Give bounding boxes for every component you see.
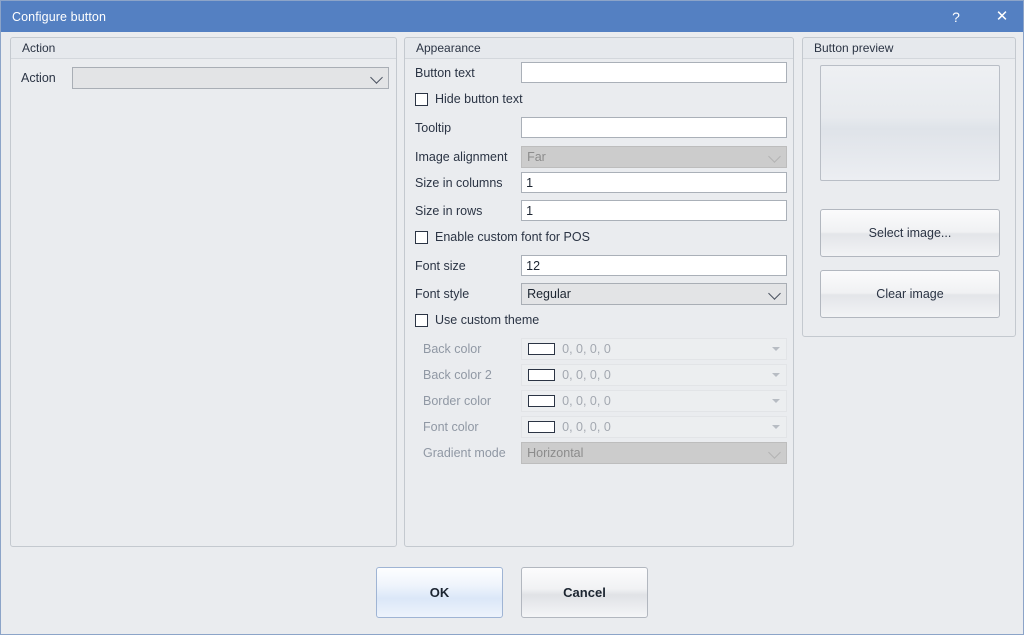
hide-button-text-label: Hide button text: [435, 92, 523, 106]
back-color-row: Back color 0, 0, 0, 0: [423, 338, 787, 360]
font-style-combobox[interactable]: Regular: [521, 283, 787, 305]
gradient-mode-label: Gradient mode: [423, 446, 521, 460]
button-preview-group-title: Button preview: [814, 41, 893, 55]
action-row: Action: [21, 67, 389, 89]
window-title: Configure button: [12, 10, 106, 24]
size-in-columns-input[interactable]: 1: [521, 172, 787, 193]
clear-image-button[interactable]: Clear image: [820, 270, 1000, 318]
size-in-rows-input[interactable]: 1: [521, 200, 787, 221]
color-swatch-icon: [528, 343, 555, 355]
hide-button-text-row[interactable]: Hide button text: [415, 92, 523, 106]
chevron-down-icon: [370, 71, 383, 84]
image-alignment-combobox[interactable]: Far: [521, 146, 787, 168]
help-button[interactable]: ?: [933, 1, 979, 32]
size-in-rows-row: Size in rows 1: [415, 200, 787, 221]
color-swatch-icon: [528, 369, 555, 381]
chevron-down-icon: [768, 287, 781, 300]
chevron-down-icon: [772, 425, 780, 429]
font-style-row: Font style Regular: [415, 283, 787, 305]
chevron-down-icon: [772, 373, 780, 377]
color-swatch-icon: [528, 395, 555, 407]
appearance-group: Appearance Button text Hide button text …: [404, 37, 794, 547]
use-custom-theme-label: Use custom theme: [435, 313, 539, 327]
border-color-row: Border color 0, 0, 0, 0: [423, 390, 787, 412]
button-text-label: Button text: [415, 66, 521, 80]
border-color-picker[interactable]: 0, 0, 0, 0: [521, 390, 787, 412]
font-color-label: Font color: [423, 420, 521, 434]
border-color-label: Border color: [423, 394, 521, 408]
title-bar: Configure button ? ✕: [1, 1, 1024, 32]
select-image-button[interactable]: Select image...: [820, 209, 1000, 257]
chevron-down-icon: [772, 399, 780, 403]
font-color-row: Font color 0, 0, 0, 0: [423, 416, 787, 438]
font-size-input[interactable]: 12: [521, 255, 787, 276]
action-combobox[interactable]: [72, 67, 389, 89]
configure-button-dialog: Configure button ? ✕ Action Action Appea…: [0, 0, 1024, 635]
size-in-columns-label: Size in columns: [415, 176, 521, 190]
size-in-columns-row: Size in columns 1: [415, 172, 787, 193]
back-color-2-row: Back color 2 0, 0, 0, 0: [423, 364, 787, 386]
back-color-2-label: Back color 2: [423, 368, 521, 382]
image-alignment-label: Image alignment: [415, 150, 521, 164]
use-custom-theme-checkbox[interactable]: [415, 314, 428, 327]
ok-button[interactable]: OK: [376, 567, 503, 618]
button-text-row: Button text: [415, 62, 787, 83]
chevron-down-icon: [768, 150, 781, 163]
back-color-2-value: 0, 0, 0, 0: [562, 368, 611, 382]
chevron-down-icon: [768, 446, 781, 459]
cancel-button[interactable]: Cancel: [521, 567, 648, 618]
gradient-mode-combobox[interactable]: Horizontal: [521, 442, 787, 464]
button-text-input[interactable]: [521, 62, 787, 83]
font-color-value: 0, 0, 0, 0: [562, 420, 611, 434]
font-size-row: Font size 12: [415, 255, 787, 276]
close-button[interactable]: ✕: [979, 1, 1024, 32]
enable-custom-font-row[interactable]: Enable custom font for POS: [415, 230, 590, 244]
action-label: Action: [21, 71, 72, 85]
action-group: Action Action: [10, 37, 397, 547]
tooltip-input[interactable]: [521, 117, 787, 138]
border-color-value: 0, 0, 0, 0: [562, 394, 611, 408]
tooltip-label: Tooltip: [415, 121, 521, 135]
button-preview-group: Button preview Select image... Clear ima…: [802, 37, 1016, 337]
appearance-group-title: Appearance: [416, 41, 481, 55]
image-alignment-row: Image alignment Far: [415, 146, 787, 168]
font-style-label: Font style: [415, 287, 521, 301]
back-color-picker[interactable]: 0, 0, 0, 0: [521, 338, 787, 360]
use-custom-theme-row[interactable]: Use custom theme: [415, 313, 539, 327]
action-group-title: Action: [22, 41, 55, 55]
button-preview-box: [820, 65, 1000, 181]
font-color-picker[interactable]: 0, 0, 0, 0: [521, 416, 787, 438]
color-swatch-icon: [528, 421, 555, 433]
hide-button-text-checkbox[interactable]: [415, 93, 428, 106]
enable-custom-font-label: Enable custom font for POS: [435, 230, 590, 244]
gradient-mode-row: Gradient mode Horizontal: [423, 442, 787, 464]
back-color-2-picker[interactable]: 0, 0, 0, 0: [521, 364, 787, 386]
tooltip-row: Tooltip: [415, 117, 787, 138]
action-group-header: [11, 38, 396, 59]
back-color-value: 0, 0, 0, 0: [562, 342, 611, 356]
enable-custom-font-checkbox[interactable]: [415, 231, 428, 244]
font-size-label: Font size: [415, 259, 521, 273]
size-in-rows-label: Size in rows: [415, 204, 521, 218]
back-color-label: Back color: [423, 342, 521, 356]
chevron-down-icon: [772, 347, 780, 351]
